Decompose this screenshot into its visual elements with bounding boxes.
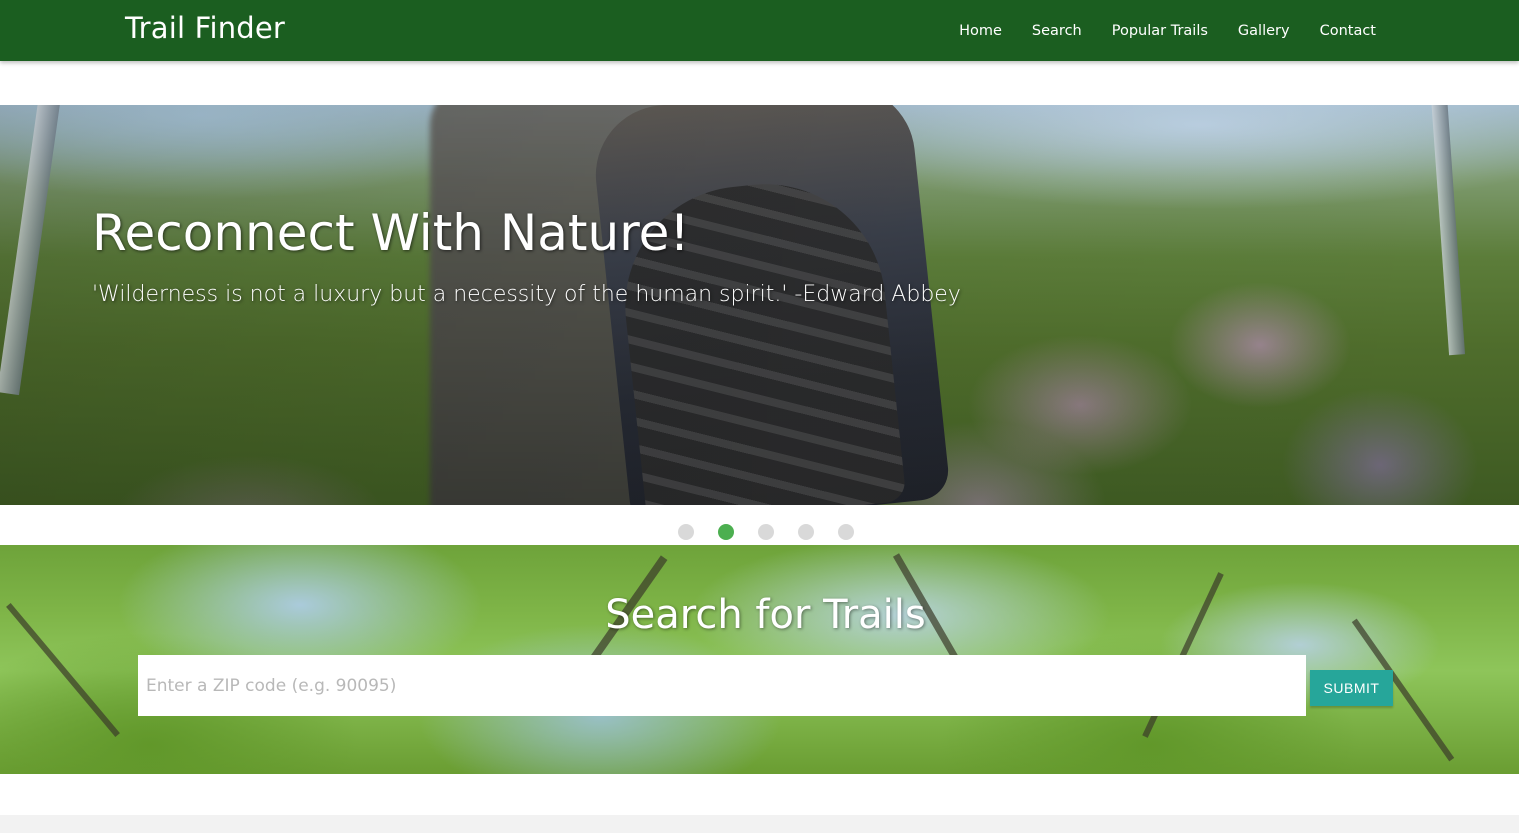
submit-button[interactable]: SUBMIT	[1310, 670, 1393, 706]
nav-link-home[interactable]: Home	[944, 23, 1017, 39]
carousel-dot-4[interactable]	[797, 524, 814, 540]
carousel-dot-5[interactable]	[837, 524, 854, 540]
page-footer-strip	[0, 815, 1519, 833]
nav-item-popular-trails: Popular Trails	[1097, 23, 1223, 39]
carousel-indicators	[0, 524, 1519, 540]
search-title: Search for Trails	[605, 592, 926, 638]
nav-item-search: Search	[1017, 23, 1097, 39]
nav-menu: Home Search Popular Trails Gallery Conta…	[944, 0, 1391, 61]
nav-link-popular-trails[interactable]: Popular Trails	[1097, 23, 1223, 39]
brand-logo[interactable]: Trail Finder	[125, 11, 285, 45]
trail-search-section: Search for Trails SUBMIT	[0, 545, 1519, 774]
top-navbar: Trail Finder Home Search Popular Trails …	[0, 0, 1519, 61]
nav-link-search[interactable]: Search	[1017, 23, 1097, 39]
nav-link-gallery[interactable]: Gallery	[1223, 23, 1305, 39]
carousel-dot-1[interactable]	[677, 524, 694, 540]
hero-quote: 'Wilderness is not a luxury but a necess…	[92, 282, 961, 307]
zip-code-input[interactable]	[138, 655, 1306, 716]
nav-item-contact: Contact	[1305, 23, 1391, 39]
hero-heading: Reconnect With Nature!	[92, 204, 690, 262]
carousel-dot-2[interactable]	[717, 524, 734, 540]
nav-link-contact[interactable]: Contact	[1305, 23, 1391, 39]
nav-item-gallery: Gallery	[1223, 23, 1305, 39]
hero-carousel[interactable]: Reconnect With Nature! 'Wilderness is no…	[0, 105, 1519, 505]
carousel-dot-3[interactable]	[757, 524, 774, 540]
nav-item-home: Home	[944, 23, 1017, 39]
hero-caption: Reconnect With Nature! 'Wilderness is no…	[92, 203, 961, 309]
